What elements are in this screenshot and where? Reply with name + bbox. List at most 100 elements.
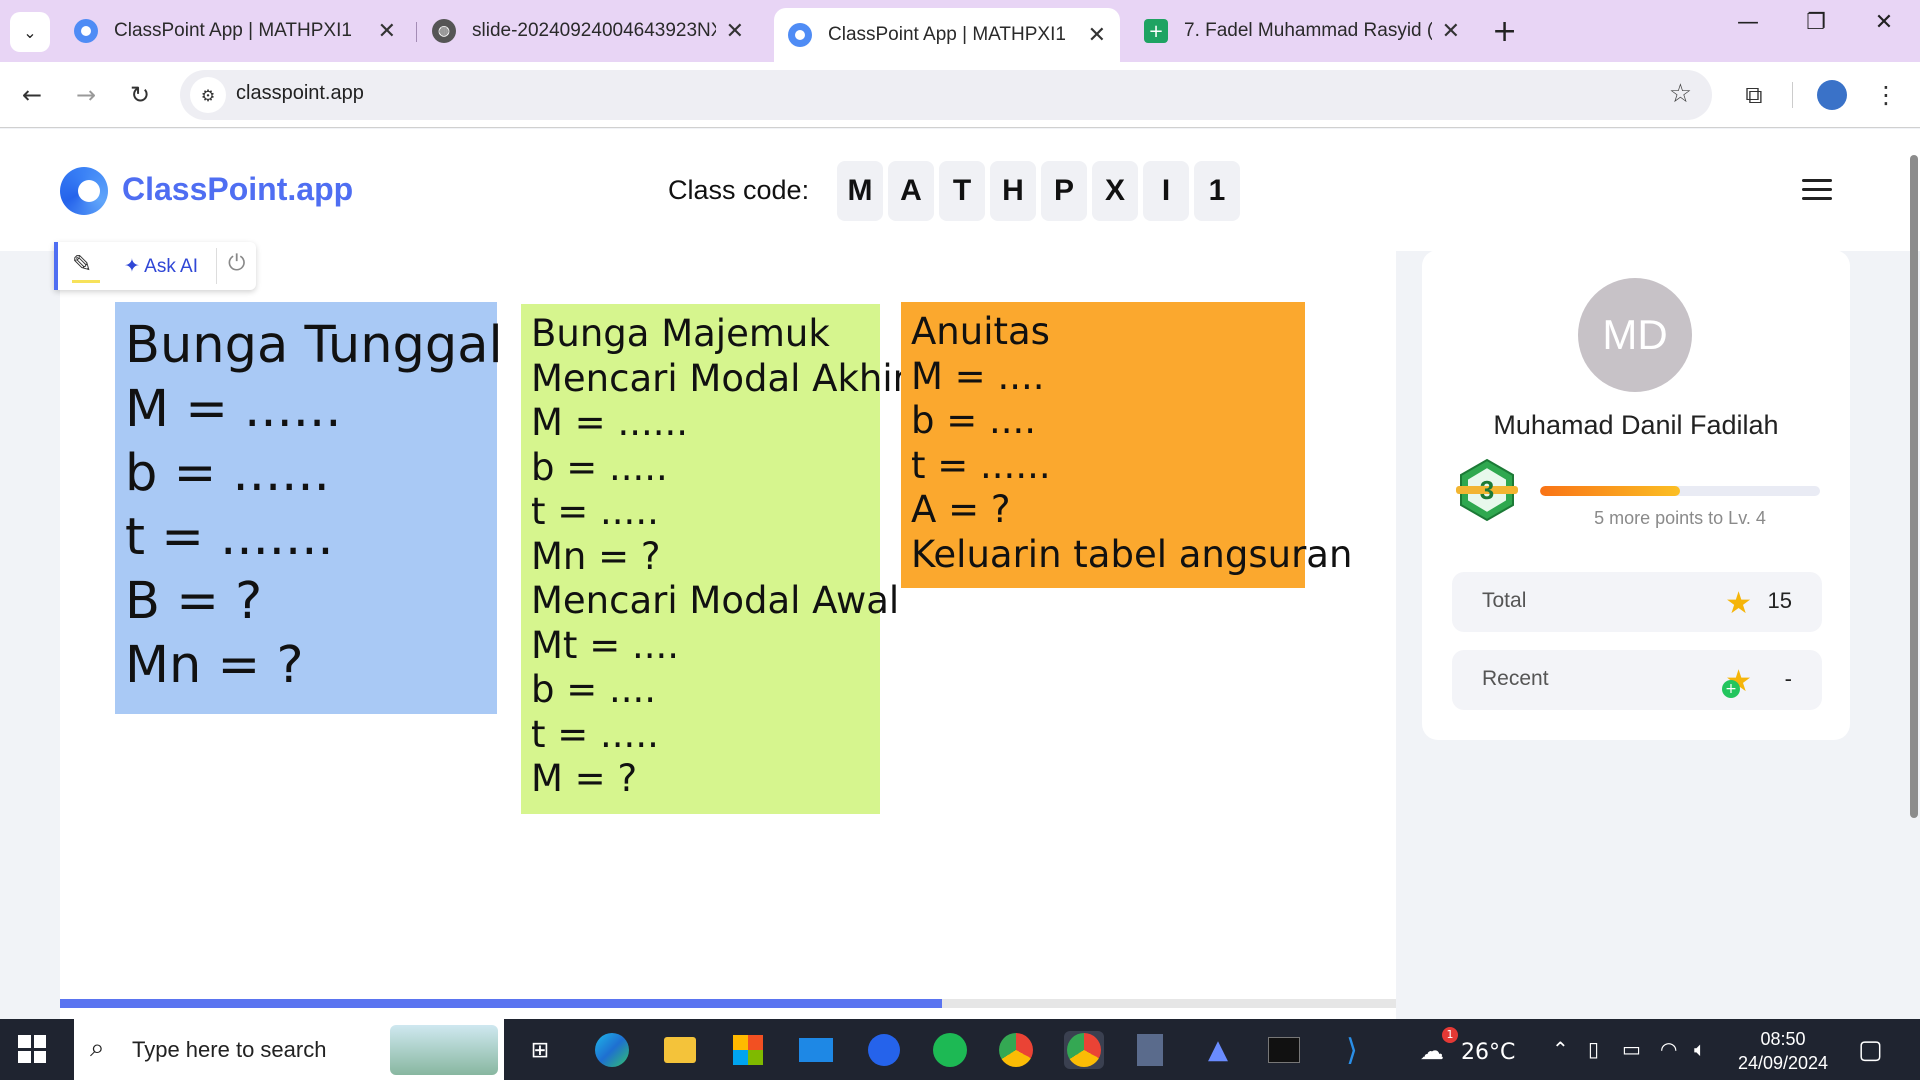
wifi-icon[interactable]: ◠ [1660, 1037, 1677, 1061]
extensions-icon[interactable]: ⧉ [1736, 77, 1772, 113]
minimize-button[interactable]: — [1726, 10, 1770, 35]
tab-sheets[interactable]: + 7. Fadel Muhammad Rasyid (Bu ✕ [1130, 8, 1474, 54]
slide-progress-bar [60, 999, 1396, 1008]
tab-title: ClassPoint App | MATHPXI1 [828, 24, 1066, 45]
note-line: Bunga Majemuk [531, 312, 830, 355]
class-code-char: A [888, 161, 934, 221]
note-line: Mt = .... [531, 623, 679, 667]
tool-divider [216, 248, 217, 284]
note-line: M = ? [531, 757, 638, 800]
taskbar-search-placeholder: Type here to search [132, 1037, 327, 1062]
spotify-icon[interactable] [930, 1031, 970, 1069]
classpoint-icon [74, 19, 98, 43]
back-button[interactable]: ← [14, 77, 50, 113]
weather-temp: 26°C [1461, 1040, 1516, 1065]
class-code-char: T [939, 161, 985, 221]
hamburger-menu-icon[interactable] [1802, 179, 1832, 206]
note-line: Mn = ? [125, 636, 304, 695]
close-window-button[interactable]: ✕ [1862, 10, 1906, 35]
vscode-icon[interactable]: ⟩ [1332, 1031, 1372, 1069]
class-code-char: I [1143, 161, 1189, 221]
tab-slide[interactable]: ◍ slide-20240924004643923NXSE ✕ [418, 8, 758, 54]
page-header: ClassPoint.app Class code: M A T H P X I… [0, 129, 1920, 251]
close-icon[interactable]: ✕ [378, 19, 396, 44]
task-view-icon[interactable]: ⊞ [520, 1031, 560, 1069]
chrome-profile-icon[interactable] [996, 1031, 1036, 1069]
profile-avatar[interactable] [1814, 77, 1850, 113]
recent-label: Recent [1482, 667, 1549, 690]
new-tab-button[interactable]: + [1492, 14, 1517, 49]
device-icon[interactable]: ▯ [1588, 1037, 1599, 1061]
class-code-char: M [837, 161, 883, 221]
reload-button[interactable]: ↻ [122, 77, 158, 113]
avatar: MD [1578, 278, 1692, 392]
notification-icon[interactable]: ▢ [1858, 1035, 1883, 1065]
edge-icon[interactable] [592, 1031, 632, 1069]
tab-strip: ⌄ ClassPoint App | MATHPXI1 ✕ ◍ slide-20… [0, 0, 1920, 62]
battery-icon[interactable]: ▭ [1622, 1037, 1641, 1061]
close-icon[interactable]: ✕ [1088, 23, 1106, 48]
more-menu-icon[interactable]: ⋮ [1868, 77, 1904, 113]
chrome-icon[interactable] [1064, 1031, 1104, 1069]
classpoint-logo-icon [60, 167, 108, 215]
tab-search-button[interactable]: ⌄ [10, 12, 50, 52]
note-line: t = ...... [911, 443, 1051, 487]
mail-icon[interactable] [796, 1031, 836, 1069]
toolbar-divider [1792, 82, 1793, 108]
taskbar-clock[interactable]: 08:50 24/09/2024 [1728, 1027, 1838, 1075]
note-line: Keluarin tabel angsuran [911, 532, 1353, 576]
page-scrollbar[interactable] [1910, 155, 1918, 818]
tab-title: ClassPoint App | MATHPXI1 [114, 20, 352, 41]
site-info-icon[interactable]: ⚙ [190, 77, 226, 113]
note-line: b = .... [911, 399, 1037, 442]
tab-classpoint-active[interactable]: ClassPoint App | MATHPXI1 ✕ [774, 8, 1120, 62]
total-label: Total [1482, 589, 1527, 612]
restore-button[interactable]: ❐ [1794, 10, 1838, 35]
note-line: b = .... [531, 668, 657, 711]
url-text: classpoint.app [236, 82, 364, 104]
level-hint: 5 more points to Lv. 4 [1594, 508, 1766, 528]
close-icon[interactable]: ✕ [1442, 19, 1460, 44]
level-badge-icon: 3 [1456, 458, 1518, 522]
globe-icon: ◍ [432, 19, 456, 43]
terminal-icon[interactable] [1264, 1031, 1304, 1069]
close-icon[interactable]: ✕ [726, 19, 744, 44]
note-line: M = ...... [125, 380, 342, 439]
weather-badge: 1 [1442, 1027, 1458, 1043]
slide-tools: ✎ ✦ Ask AI ⏻ [54, 242, 256, 290]
ask-ai-button[interactable]: ✦ Ask AI [124, 255, 198, 278]
note-line: t = ....... [125, 508, 334, 567]
class-code-char: H [990, 161, 1036, 221]
tab-classpoint-1[interactable]: ClassPoint App | MATHPXI1 ✕ [60, 8, 410, 54]
volume-icon[interactable]: 🔈︎ [1694, 1037, 1706, 1061]
weather-widget[interactable]: ☁ 1 26°C [1420, 1027, 1516, 1065]
calculator-icon[interactable] [1130, 1031, 1170, 1069]
pen-icon[interactable]: ✎ [72, 250, 92, 278]
search-highlight-image [390, 1025, 498, 1075]
class-code-char: X [1092, 161, 1138, 221]
note-line: b = ...... [125, 444, 330, 503]
file-explorer-icon[interactable] [660, 1031, 700, 1069]
classpoint-icon [788, 23, 812, 47]
total-stars-row: Total ★ 15 [1452, 572, 1822, 632]
photos-icon[interactable]: ▲ [1198, 1031, 1238, 1069]
note-line: Bunga Tunggal [125, 316, 503, 375]
recent-value: - [1784, 666, 1792, 691]
phone-app-icon[interactable] [864, 1031, 904, 1069]
class-code-label: Class code: [668, 175, 810, 205]
bookmark-star-icon[interactable]: ☆ [1669, 79, 1692, 109]
note-line: t = ..... [531, 712, 659, 756]
show-hidden-icons-icon[interactable]: ⌃ [1552, 1037, 1569, 1061]
note-line: b = ..... [531, 445, 668, 489]
forward-button[interactable]: → [68, 77, 104, 113]
note-line: Anuitas [911, 310, 1050, 353]
level-progress-bar [1540, 486, 1820, 496]
power-icon[interactable]: ⏻ [228, 251, 245, 276]
windows-start-icon[interactable] [18, 1035, 46, 1063]
tab-title: slide-20240924004643923NXSE [472, 20, 716, 41]
clock-date: 24/09/2024 [1737, 1053, 1829, 1073]
level-number: 3 [1480, 475, 1494, 505]
address-bar[interactable]: ⚙ classpoint.app ☆ [180, 70, 1712, 120]
taskbar-search[interactable]: ⌕ Type here to search [74, 1019, 504, 1080]
microsoft-store-icon[interactable] [728, 1031, 768, 1069]
